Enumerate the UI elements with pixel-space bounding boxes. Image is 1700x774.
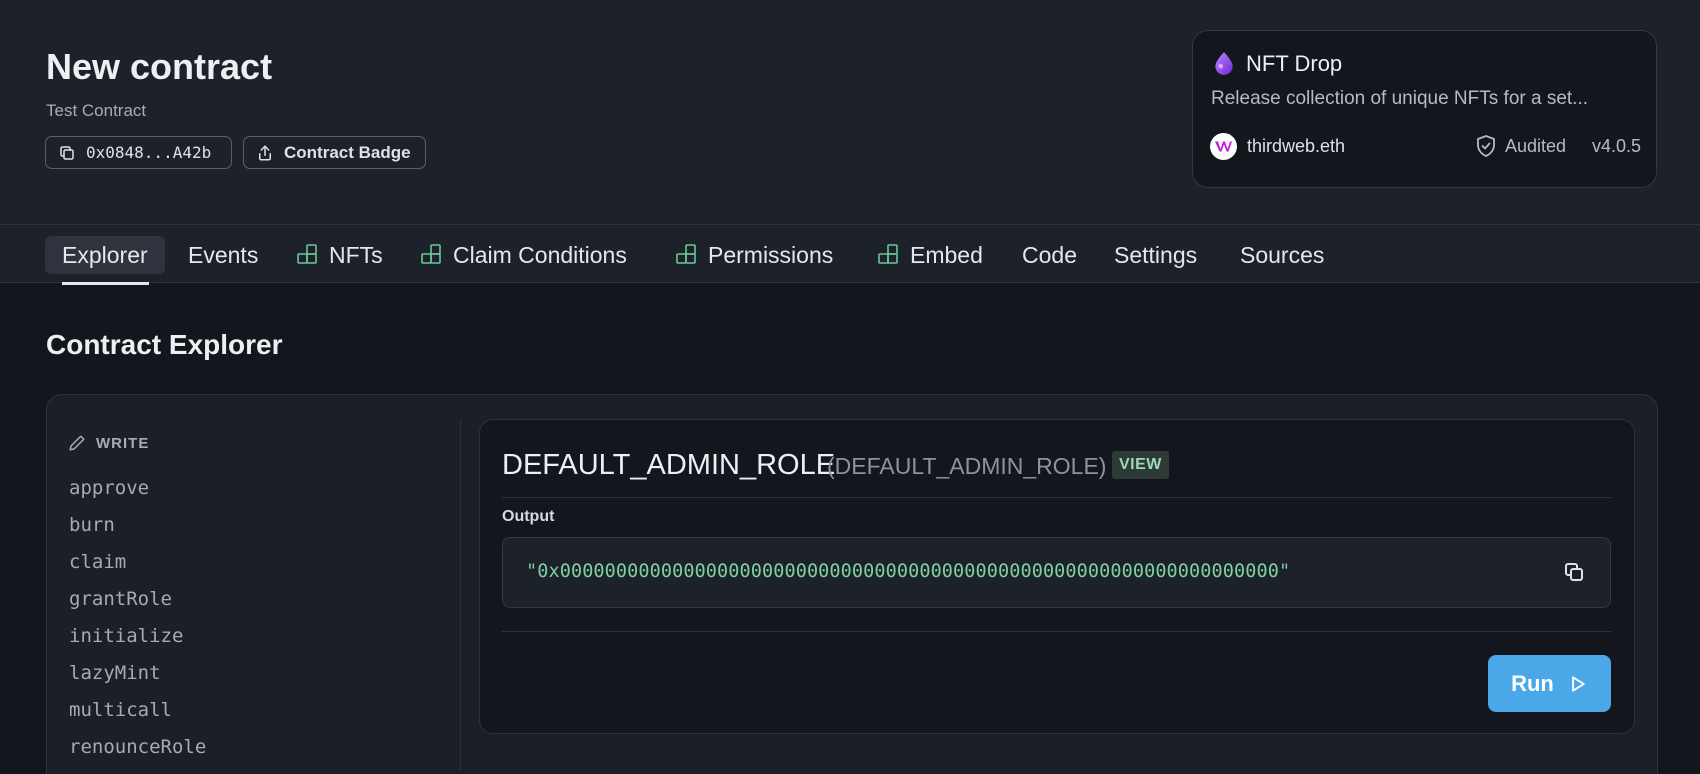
- contract-address: 0x0848...A42b: [86, 143, 212, 162]
- function-signature: (DEFAULT_ADMIN_ROLE): [827, 453, 1107, 479]
- view-badge: VIEW: [1112, 451, 1169, 479]
- thirdweb-logo-icon: [1215, 141, 1232, 152]
- audited-label: Audited: [1505, 136, 1567, 156]
- function-item-grantrole[interactable]: grantRole: [69, 585, 206, 622]
- section-title: Contract Explorer: [46, 329, 283, 360]
- tab-label: Claim Conditions: [453, 241, 627, 268]
- tab-label: Sources: [1240, 241, 1325, 268]
- shield-check-icon: [1477, 135, 1495, 157]
- contract-subtitle: Test Contract: [46, 101, 147, 120]
- tab-explorer[interactable]: Explorer: [45, 236, 165, 285]
- extension-icon: [297, 244, 317, 264]
- tab-nfts[interactable]: NFTs: [278, 236, 400, 274]
- publisher-avatar: [1210, 133, 1237, 160]
- share-icon: [259, 145, 271, 160]
- tab-label: NFTs: [329, 241, 383, 268]
- copy-icon: [60, 145, 74, 160]
- contract-tabs: Explorer Events NFTs Claim Conditions Pe…: [0, 225, 1700, 285]
- output-value[interactable]: "0x0000000000000000000000000000000000000…: [526, 561, 1290, 582]
- tab-label: Code: [1022, 241, 1077, 268]
- contract-badge-button[interactable]: Contract Badge: [243, 136, 426, 169]
- drop-icon: [1215, 52, 1233, 75]
- tab-events[interactable]: Events: [171, 236, 275, 274]
- play-icon: [1571, 675, 1585, 692]
- extension-icon: [676, 244, 696, 264]
- contract-type-card[interactable]: NFT Drop Release collection of unique NF…: [1192, 30, 1657, 188]
- tab-label: Explorer: [62, 241, 148, 268]
- tab-label: Events: [188, 241, 259, 268]
- tab-code[interactable]: Code: [1005, 236, 1094, 274]
- panel-divider: [460, 419, 461, 770]
- tab-settings[interactable]: Settings: [1097, 236, 1214, 274]
- write-functions-heading: WRITE: [68, 434, 149, 452]
- version-label: v4.0.5: [1592, 136, 1642, 156]
- extension-icon: [878, 244, 898, 264]
- function-item-renouncerole[interactable]: renounceRole: [69, 733, 206, 770]
- tab-embed[interactable]: Embed: [859, 236, 1000, 274]
- function-item-claim[interactable]: claim: [69, 548, 206, 585]
- tab-label: Settings: [1114, 241, 1198, 268]
- copy-icon[interactable]: [1562, 560, 1586, 584]
- function-list: approve burn claim grantRole initialize …: [69, 474, 206, 770]
- function-item-initialize[interactable]: initialize: [69, 622, 206, 659]
- tab-claim-conditions[interactable]: Claim Conditions: [402, 236, 644, 274]
- tab-sources[interactable]: Sources: [1223, 236, 1341, 274]
- publisher-name[interactable]: thirdweb.eth: [1247, 136, 1345, 157]
- function-item-approve[interactable]: approve: [69, 474, 206, 511]
- page-title: New contract: [46, 46, 273, 87]
- function-item-multicall[interactable]: multicall: [69, 696, 206, 733]
- function-name: DEFAULT_ADMIN_ROLE: [502, 449, 836, 481]
- function-item-burn[interactable]: burn: [69, 511, 206, 548]
- copy-address-button[interactable]: 0x0848...A42b: [45, 136, 232, 169]
- write-heading-label: WRITE: [96, 434, 150, 452]
- detail-divider: [502, 497, 1612, 498]
- run-button[interactable]: Run: [1488, 655, 1611, 712]
- run-label: Run: [1511, 670, 1554, 696]
- contract-badge-label: Contract Badge: [284, 142, 411, 162]
- card-description: Release collection of unique NFTs for a …: [1211, 88, 1589, 109]
- card-title: NFT Drop: [1246, 51, 1343, 76]
- tab-label: Embed: [910, 241, 983, 268]
- function-item-lazymint[interactable]: lazyMint: [69, 659, 206, 696]
- extension-icon: [421, 244, 441, 264]
- tab-label: Permissions: [708, 241, 834, 268]
- pencil-icon: [69, 435, 85, 451]
- detail-divider-bottom: [502, 631, 1612, 632]
- output-label: Output: [502, 508, 555, 525]
- tab-permissions[interactable]: Permissions: [657, 236, 850, 274]
